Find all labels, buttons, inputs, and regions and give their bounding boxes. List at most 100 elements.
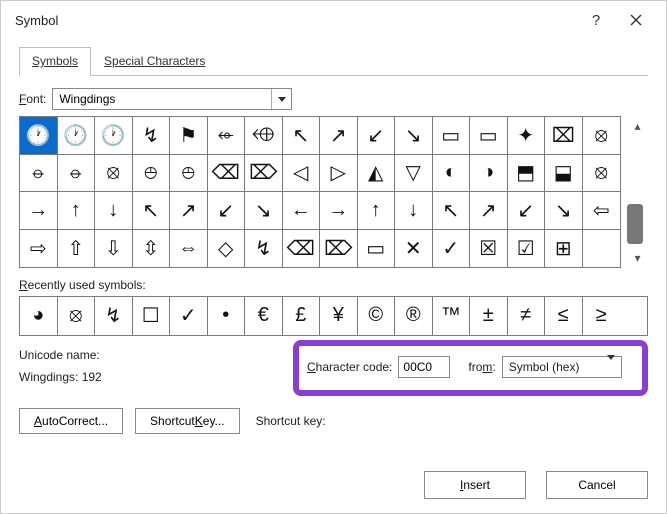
symbol-cell[interactable]: ⇳ xyxy=(133,230,171,268)
recent-symbol-cell[interactable]: € xyxy=(245,297,283,335)
symbol-cell[interactable]: ↘ xyxy=(245,192,283,230)
symbol-cell[interactable]: ← xyxy=(283,192,321,230)
symbol-cell[interactable]: ⬰ xyxy=(208,117,246,155)
symbol-cell[interactable]: ✦ xyxy=(508,117,546,155)
symbol-cell[interactable]: → xyxy=(20,192,58,230)
symbol-cell[interactable] xyxy=(583,230,621,268)
symbol-cell[interactable]: ✕ xyxy=(395,230,433,268)
font-select[interactable] xyxy=(52,88,292,110)
recent-symbol-cell[interactable]: ± xyxy=(470,297,508,335)
font-input[interactable] xyxy=(53,89,271,109)
recent-symbol-cell[interactable]: ≠ xyxy=(508,297,546,335)
scroll-down-icon[interactable]: ▾ xyxy=(630,250,646,266)
symbol-cell[interactable]: ◐ xyxy=(433,155,471,193)
symbol-cell[interactable]: ⇦ xyxy=(583,192,621,230)
recent-symbol-cell[interactable]: ☐ xyxy=(133,297,171,335)
symbol-cell[interactable]: ⇩ xyxy=(95,230,133,268)
symbol-cell[interactable]: ✓ xyxy=(433,230,471,268)
cancel-button[interactable]: Cancel xyxy=(546,471,648,499)
recent-symbol-cell[interactable]: © xyxy=(358,297,396,335)
symbol-cell[interactable]: ↙ xyxy=(508,192,546,230)
symbol-cell[interactable]: ↗ xyxy=(320,117,358,155)
chevron-down-icon[interactable] xyxy=(271,89,291,109)
symbol-cell[interactable]: ▽ xyxy=(395,155,433,193)
recent-symbol-cell[interactable]: ™ xyxy=(433,297,471,335)
chevron-down-icon[interactable] xyxy=(607,360,615,374)
recent-symbol-cell[interactable]: ¥ xyxy=(320,297,358,335)
symbol-cell[interactable]: ◭ xyxy=(358,155,396,193)
symbol-cell[interactable]: ☑ xyxy=(508,230,546,268)
tab-symbols[interactable]: Symbols xyxy=(19,47,91,76)
shortcut-key-label: Shortcut key: xyxy=(256,414,326,428)
symbol-cell[interactable]: ↗ xyxy=(470,192,508,230)
symbol-cell[interactable]: ▷ xyxy=(320,155,358,193)
symbol-cell[interactable]: ⬓ xyxy=(545,155,583,193)
recent-symbol-cell[interactable]: ◕ xyxy=(20,297,58,335)
help-button[interactable]: ? xyxy=(576,5,616,35)
symbol-cell[interactable]: ↓ xyxy=(95,192,133,230)
recent-symbol-cell[interactable]: ≤ xyxy=(545,297,583,335)
shortcut-key-button[interactable]: Shortcut Key... xyxy=(135,408,240,434)
symbol-cell[interactable]: ◇ xyxy=(208,230,246,268)
recent-symbol-cell[interactable]: ≥ xyxy=(583,297,621,335)
scroll-thumb[interactable] xyxy=(627,204,643,244)
symbol-cell[interactable]: ⬒ xyxy=(508,155,546,193)
symbol-cell[interactable]: 🕐 xyxy=(58,117,96,155)
tab-special-characters[interactable]: Special Characters xyxy=(91,47,218,75)
symbol-cell[interactable]: ⌫ xyxy=(208,155,246,193)
symbol-cell[interactable]: ↙ xyxy=(358,117,396,155)
symbol-cell[interactable]: ⦻ xyxy=(583,155,621,193)
symbol-cell[interactable]: ⦺ xyxy=(170,155,208,193)
charcode-input[interactable] xyxy=(398,356,450,378)
symbol-cell[interactable]: ⊞ xyxy=(545,230,583,268)
symbol-cell[interactable]: ⬲ xyxy=(245,117,283,155)
scroll-up-icon[interactable]: ▴ xyxy=(630,118,646,134)
recent-symbol-cell[interactable]: ® xyxy=(395,297,433,335)
symbol-cell[interactable]: ⦻ xyxy=(583,117,621,155)
symbol-cell[interactable]: ↯ xyxy=(133,117,171,155)
autocorrect-button[interactable]: AutoCorrect... xyxy=(19,408,123,434)
symbol-cell[interactable]: ⇔ xyxy=(170,230,208,268)
symbol-cell[interactable]: ↖ xyxy=(133,192,171,230)
symbol-cell[interactable]: ⦵ xyxy=(20,155,58,193)
symbol-cell[interactable]: ⌫ xyxy=(283,230,321,268)
insert-button[interactable]: Insert xyxy=(424,471,526,499)
symbol-cell[interactable]: ◁ xyxy=(283,155,321,193)
recent-symbol-cell[interactable]: ⦻ xyxy=(58,297,96,335)
scrollbar[interactable]: ▴ ▾ xyxy=(627,116,648,268)
symbol-cell[interactable]: ↖ xyxy=(433,192,471,230)
recent-symbol-cell[interactable]: £ xyxy=(283,297,321,335)
symbol-cell[interactable]: ⦺ xyxy=(133,155,171,193)
symbol-cell[interactable]: ⇧ xyxy=(58,230,96,268)
symbol-cell[interactable]: ⦻ xyxy=(95,155,133,193)
recent-symbol-cell[interactable]: • xyxy=(208,297,246,335)
symbol-cell[interactable]: ☒ xyxy=(470,230,508,268)
symbol-cell[interactable]: → xyxy=(320,192,358,230)
symbol-cell[interactable]: ↑ xyxy=(58,192,96,230)
recent-symbol-cell[interactable]: ↯ xyxy=(95,297,133,335)
symbol-cell[interactable]: ↙ xyxy=(208,192,246,230)
symbol-cell[interactable]: 🕐 xyxy=(95,117,133,155)
symbol-cell[interactable]: ⌦ xyxy=(245,155,283,193)
close-button[interactable] xyxy=(616,5,656,35)
symbol-cell[interactable]: ↯ xyxy=(245,230,283,268)
symbol-cell[interactable]: ⚑ xyxy=(170,117,208,155)
recent-symbol-cell[interactable]: ✓ xyxy=(170,297,208,335)
symbol-cell[interactable]: ▭ xyxy=(358,230,396,268)
symbol-cell[interactable]: ⌧ xyxy=(545,117,583,155)
symbol-cell[interactable]: ↑ xyxy=(358,192,396,230)
symbol-cell[interactable]: 🕐 xyxy=(20,117,58,155)
symbol-cell[interactable]: ⇨ xyxy=(20,230,58,268)
symbol-cell[interactable]: ↘ xyxy=(395,117,433,155)
symbol-cell[interactable]: ↓ xyxy=(395,192,433,230)
symbol-cell[interactable]: ⦵ xyxy=(58,155,96,193)
symbol-cell[interactable]: ◑ xyxy=(470,155,508,193)
symbol-cell[interactable]: ▭ xyxy=(433,117,471,155)
tabs: Symbols Special Characters xyxy=(19,47,648,76)
symbol-cell[interactable]: ⌦ xyxy=(320,230,358,268)
symbol-cell[interactable]: ↘ xyxy=(545,192,583,230)
symbol-cell[interactable]: ↗ xyxy=(170,192,208,230)
from-select[interactable]: Symbol (hex) xyxy=(502,356,622,378)
symbol-cell[interactable]: ▭ xyxy=(470,117,508,155)
symbol-cell[interactable]: ↖ xyxy=(283,117,321,155)
